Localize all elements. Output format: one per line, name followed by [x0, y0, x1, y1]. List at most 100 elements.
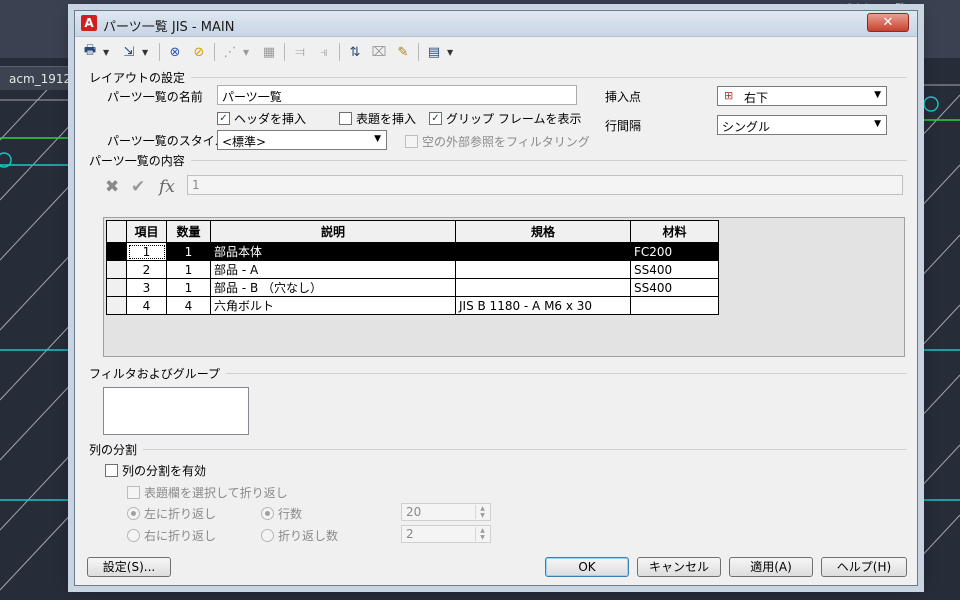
table-row[interactable]: 4 4 六角ボルト JIS B 1180 - A M6 x 30 [106, 296, 719, 315]
checkbox-box[interactable] [339, 112, 352, 125]
table-cell-spec[interactable] [455, 260, 631, 279]
insert-title-checkbox[interactable]: 表題を挿入 [339, 110, 416, 127]
rows-label: 行数 [278, 507, 303, 521]
parts-grid[interactable]: 項目 数量 説明 規格 材料 1 1 部品本体 FC200 2 1 部品 - A… [103, 217, 905, 357]
checkbox-box[interactable] [105, 464, 118, 477]
highlight-icon[interactable]: ⊘ [188, 41, 210, 63]
corner-cell[interactable] [106, 220, 127, 243]
link-icon[interactable]: ⊗ [164, 41, 186, 63]
delete-row-icon[interactable]: ▦ [258, 41, 280, 63]
rows-count-spinner[interactable]: 20 ▲ ▼ [401, 503, 491, 521]
wrap-left-radio[interactable]: 左に折り返し [127, 505, 216, 522]
table-row[interactable]: 1 1 部品本体 FC200 [106, 242, 719, 261]
chevron-down-icon[interactable]: ▼ [374, 134, 381, 144]
columns-icon[interactable]: ▤ [423, 41, 445, 63]
checkbox-box[interactable]: ✓ [217, 112, 230, 125]
table-cell-qty[interactable]: 1 [166, 278, 211, 297]
checkbox-box[interactable] [127, 486, 140, 499]
table-cell-description[interactable]: 部品本体 [210, 242, 456, 261]
table-cell-description[interactable]: 六角ボルト [210, 296, 456, 315]
parts-list-name-input[interactable]: パーツ一覧 [217, 85, 577, 105]
radio-dot[interactable] [127, 529, 140, 542]
style-dropdown[interactable]: <標準> ▼ [217, 130, 387, 150]
table-cell-qty[interactable]: 4 [166, 296, 211, 315]
radio-dot[interactable] [261, 529, 274, 542]
close-button[interactable]: ✕ [867, 13, 909, 32]
table-cell-item[interactable]: 2 [126, 260, 167, 279]
table-cell-material[interactable] [630, 296, 719, 315]
rows-count-radio[interactable]: 行数 [261, 505, 302, 522]
table-cell-item[interactable]: 1 [126, 242, 167, 261]
apply-button[interactable]: 適用(A) [729, 557, 813, 577]
table-header-row: 項目 数量 説明 規格 材料 [106, 220, 719, 243]
insertion-point-dropdown[interactable]: ⊞ 右下 ▼ [717, 86, 887, 106]
chevron-down-icon[interactable]: ▼ [142, 48, 151, 57]
export-icon[interactable]: ⇲ [118, 41, 140, 63]
wrap-count-spinner[interactable]: 2 ▲ ▼ [401, 525, 491, 543]
cancel-button[interactable]: キャンセル [637, 557, 721, 577]
row-spacing-dropdown[interactable]: シングル ▼ [717, 115, 887, 135]
row-header[interactable] [106, 278, 127, 297]
split-icon[interactable]: ⫣ [313, 41, 335, 63]
spinner-arrows-icon[interactable]: ▲ ▼ [475, 505, 489, 519]
radio-dot[interactable] [261, 507, 274, 520]
table-cell-qty[interactable]: 1 [166, 260, 211, 279]
checkbox-box[interactable]: ✓ [429, 112, 442, 125]
sort-icon[interactable]: ⇅ [344, 41, 366, 63]
insert-header-checkbox[interactable]: ✓ ヘッダを挿入 [217, 110, 306, 127]
chevron-down-icon[interactable]: ▼ [874, 119, 881, 129]
show-grip-frame-checkbox[interactable]: ✓ グリップ フレームを表示 [429, 110, 581, 127]
row-header[interactable] [106, 296, 127, 315]
wrap-right-radio[interactable]: 右に折り返し [127, 527, 216, 544]
radio-dot[interactable] [127, 507, 140, 520]
column-header[interactable]: 項目 [126, 220, 167, 243]
table-cell-item[interactable]: 4 [126, 296, 167, 315]
column-header[interactable]: 数量 [166, 220, 211, 243]
table-cell-item[interactable]: 3 [126, 278, 167, 297]
print-icon[interactable]: 🖶 [79, 41, 101, 63]
chevron-down-icon[interactable]: ▼ [447, 48, 456, 57]
spinner-arrows-icon[interactable]: ▲ ▼ [475, 527, 489, 541]
table-cell-description[interactable]: 部品 - B （穴なし） [210, 278, 456, 297]
accept-edit-icon[interactable]: ✔ [131, 177, 145, 197]
table-cell-spec[interactable] [455, 278, 631, 297]
table-row[interactable]: 2 1 部品 - A SS400 [106, 260, 719, 279]
table-cell-material[interactable]: FC200 [630, 242, 719, 261]
split-section-header: 列の分割 [89, 441, 907, 458]
table-row[interactable]: 3 1 部品 - B （穴なし） SS400 [106, 278, 719, 297]
layout-section-header: レイアウトの設定 [89, 69, 907, 86]
help-button[interactable]: ヘルプ(H) [821, 557, 907, 577]
cell-value-input[interactable]: 1 [187, 175, 903, 195]
title-bar[interactable]: A パーツ一覧 JIS - MAIN ✕ [75, 11, 917, 37]
table-cell-spec[interactable]: JIS B 1180 - A M6 x 30 [455, 296, 631, 315]
enable-split-checkbox[interactable]: 列の分割を有効 [105, 462, 206, 479]
column-header[interactable]: 説明 [210, 220, 456, 243]
table-cell-material[interactable]: SS400 [630, 278, 719, 297]
merge-icon[interactable]: ⫤ [289, 41, 311, 63]
chevron-down-icon[interactable]: ▼ [103, 48, 112, 57]
table-cell-qty[interactable]: 1 [166, 242, 211, 261]
filter-empty-xref-checkbox[interactable]: 空の外部参照をフィルタリング [405, 133, 590, 150]
balloon-icon[interactable]: ⋰ [219, 41, 241, 63]
row-header[interactable] [106, 260, 127, 279]
filters-list[interactable] [103, 387, 249, 435]
chevron-down-icon[interactable]: ▼ [874, 90, 881, 100]
wrap-count-radio[interactable]: 折り返し数 [261, 527, 338, 544]
clear-icon[interactable]: ⌧ [368, 41, 390, 63]
table-cell-spec[interactable] [455, 242, 631, 261]
wrap-title-checkbox[interactable]: 表題欄を選択して折り返し [127, 484, 288, 501]
table-cell-material[interactable]: SS400 [630, 260, 719, 279]
table-cell-description[interactable]: 部品 - A [210, 260, 456, 279]
chevron-down-icon[interactable]: ▼ [243, 48, 252, 57]
toolbar-separator [284, 43, 285, 61]
ok-button[interactable]: OK [545, 557, 629, 577]
settings-button[interactable]: 設定(S)... [87, 557, 171, 577]
column-header[interactable]: 材料 [630, 220, 719, 243]
row-header[interactable] [106, 242, 127, 261]
fx-icon[interactable]: fx [159, 177, 175, 197]
column-header[interactable]: 規格 [455, 220, 631, 243]
cancel-edit-icon[interactable]: ✖ [105, 177, 119, 197]
drawing-tab[interactable]: acm_1912 [0, 66, 74, 90]
edit-icon[interactable]: ✎ [392, 41, 414, 63]
checkbox-box[interactable] [405, 135, 418, 148]
